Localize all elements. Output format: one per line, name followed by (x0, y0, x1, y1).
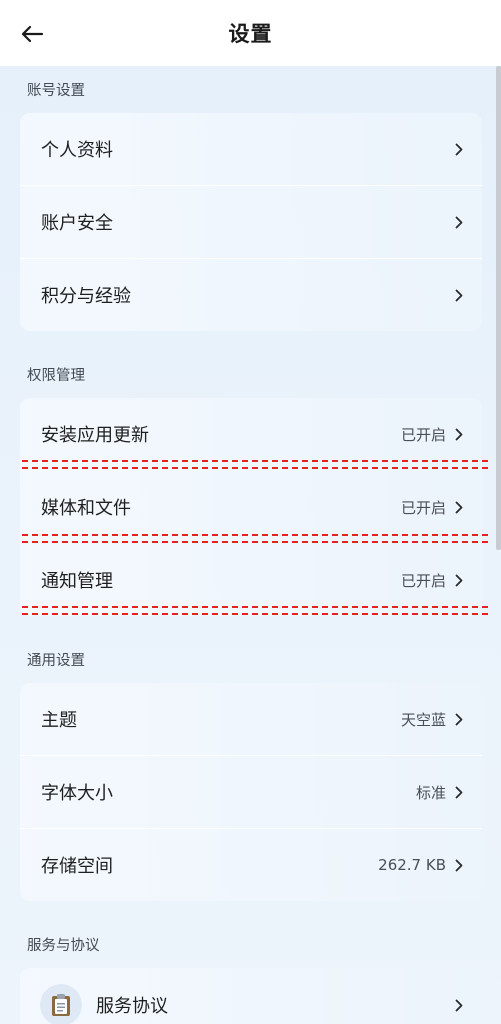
chevron-right-icon (454, 214, 464, 230)
row-label: 服务协议 (96, 996, 168, 1017)
section-title-permissions: 权限管理 (27, 368, 85, 384)
chevron-right-icon (454, 711, 464, 727)
top-bar: 设置 (0, 0, 501, 66)
permissions-card: 安装应用更新 已开启 媒体和文件 已开启 通知管理 已开启 (20, 398, 482, 616)
row-service-agreement[interactable]: 服务协议 (20, 968, 482, 1024)
chevron-right-icon (454, 997, 464, 1013)
row-label: 媒体和文件 (41, 498, 131, 519)
setting-value: 天空蓝 (400, 710, 446, 729)
annotation-dashed-separator (22, 460, 488, 469)
section-title-general: 通用设置 (27, 653, 85, 669)
row-font-size[interactable]: 字体大小 标准 (20, 756, 482, 828)
row-label: 账户安全 (41, 213, 113, 234)
account-card: 个人资料 账户安全 积分与经验 (20, 113, 482, 331)
row-label: 主题 (41, 710, 77, 731)
annotation-dashed-separator (22, 534, 488, 543)
chevron-right-icon (454, 857, 464, 873)
setting-value: 262.7 KB (378, 856, 446, 874)
service-card: 服务协议 (20, 968, 482, 1024)
back-arrow-icon (21, 25, 44, 43)
row-points-experience[interactable]: 积分与经验 (20, 259, 482, 331)
scrollbar[interactable] (496, 66, 501, 550)
row-profile[interactable]: 个人资料 (20, 113, 482, 185)
status-value: 已开启 (400, 425, 446, 444)
annotation-dashed-separator (22, 606, 488, 615)
back-button[interactable] (18, 20, 46, 48)
row-label: 字体大小 (41, 783, 113, 804)
chevron-right-icon (454, 141, 464, 157)
clipboard-icon (40, 984, 82, 1024)
row-label: 通知管理 (41, 571, 113, 592)
chevron-right-icon (454, 426, 464, 442)
section-title-account: 账号设置 (27, 83, 85, 99)
row-media-files[interactable]: 媒体和文件 已开启 (20, 471, 482, 543)
general-card: 主题 天空蓝 字体大小 标准 存储空间 262.7 KB (20, 683, 482, 901)
section-title-service: 服务与协议 (27, 938, 100, 954)
status-value: 已开启 (400, 498, 446, 517)
row-theme[interactable]: 主题 天空蓝 (20, 683, 482, 755)
chevron-right-icon (454, 784, 464, 800)
row-label: 积分与经验 (41, 286, 131, 307)
row-label: 安装应用更新 (41, 425, 149, 446)
chevron-right-icon (454, 499, 464, 515)
row-label: 存储空间 (41, 856, 113, 877)
page-title: 设置 (228, 22, 273, 46)
row-account-security[interactable]: 账户安全 (20, 186, 482, 258)
chevron-right-icon (454, 572, 464, 588)
setting-value: 标准 (415, 783, 446, 802)
chevron-right-icon (454, 287, 464, 303)
status-value: 已开启 (400, 571, 446, 590)
row-label: 个人资料 (41, 140, 113, 161)
row-storage[interactable]: 存储空间 262.7 KB (20, 829, 482, 901)
